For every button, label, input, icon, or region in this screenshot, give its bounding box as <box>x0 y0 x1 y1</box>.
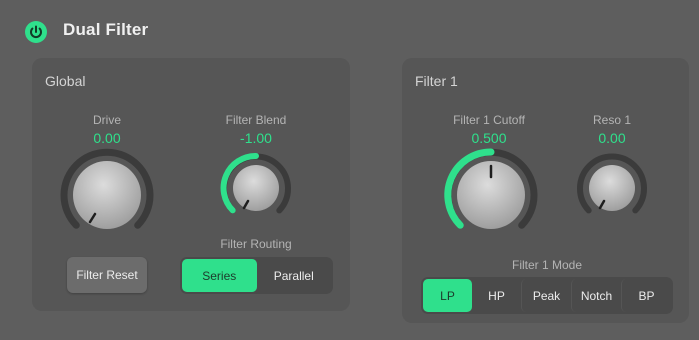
reso1-knob[interactable] <box>575 153 649 223</box>
filter1-cutoff-label: Filter 1 Cutoff <box>453 113 525 127</box>
global-panel-title: Global <box>45 73 86 89</box>
routing-option-parallel[interactable]: Parallel <box>257 259 332 292</box>
filter-blend-value[interactable]: -1.00 <box>196 130 316 146</box>
drive-knob[interactable] <box>57 148 157 240</box>
plugin-title: Dual Filter <box>63 20 149 39</box>
drive-value[interactable]: 0.00 <box>47 130 167 146</box>
drive-label: Drive <box>92 113 121 127</box>
filter-blend-label: Filter Blend <box>225 113 287 127</box>
filter1-cutoff-value[interactable]: 0.500 <box>429 130 549 146</box>
reso1-value[interactable]: 0.00 <box>552 130 672 146</box>
filter1-cutoff-knob[interactable] <box>441 148 541 240</box>
filter-reset-label: Filter Reset <box>76 268 138 282</box>
filter-routing-label: Filter Routing <box>220 237 292 251</box>
mode-option-peak[interactable]: Peak <box>521 279 571 312</box>
mode-option-bp[interactable]: BP <box>621 279 671 312</box>
mode-option-lp[interactable]: LP <box>423 279 472 312</box>
reso1-label: Reso 1 <box>592 113 632 127</box>
routing-option-series[interactable]: Series <box>182 259 257 292</box>
mode-option-hp[interactable]: HP <box>472 279 521 312</box>
power-button[interactable] <box>25 21 47 43</box>
power-icon <box>30 25 42 38</box>
filter-blend-knob[interactable] <box>219 152 293 223</box>
filter-reset-button[interactable]: Filter Reset <box>67 257 147 293</box>
filter-routing-selector[interactable]: Series Parallel <box>180 257 333 294</box>
filter1-mode-label: Filter 1 Mode <box>511 258 583 272</box>
filter1-mode-selector[interactable]: LP HP Peak Notch BP <box>421 277 673 314</box>
filter1-panel-title: Filter 1 <box>415 73 458 89</box>
mode-option-notch[interactable]: Notch <box>571 279 621 312</box>
